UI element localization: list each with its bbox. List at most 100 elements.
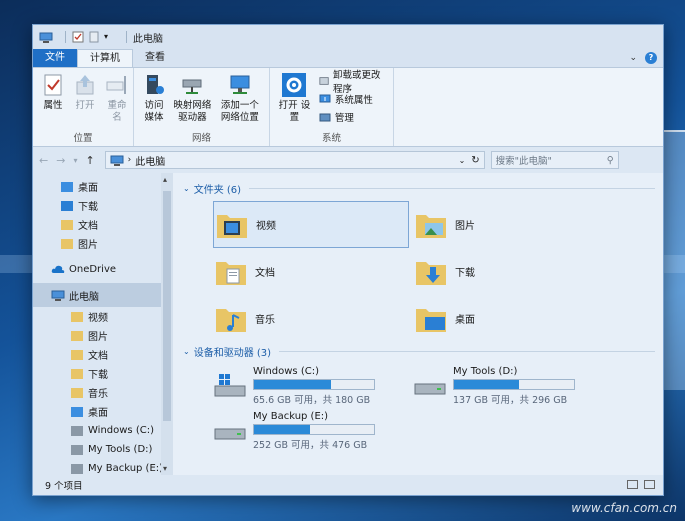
sidebar-item-pictures-pc[interactable]: 图片 — [33, 326, 173, 345]
uninstall-programs-button[interactable]: 卸载或更改程序 — [319, 70, 389, 95]
scroll-up-icon[interactable]: ▴ — [163, 175, 167, 184]
folders-grid: 视频 图片 文档 下载 音乐 桌面 — [213, 201, 663, 342]
sidebar-item-documents-pc[interactable]: 文档 — [33, 345, 173, 364]
properties-button[interactable]: 属性 — [37, 72, 69, 132]
title-separator — [65, 31, 66, 43]
folder-pictures[interactable]: 图片 — [413, 201, 613, 248]
system-properties-icon — [319, 94, 331, 103]
folder-videos[interactable]: 视频 — [213, 201, 409, 248]
folder-documents[interactable]: 文档 — [213, 248, 413, 295]
properties-label: 属性 — [43, 100, 63, 111]
sidebar-item-label: 文档 — [88, 351, 108, 362]
quick-properties-icon[interactable] — [72, 31, 84, 43]
folder-label: 图片 — [455, 221, 475, 232]
settings-gear-icon — [282, 73, 307, 97]
up-arrow-icon[interactable]: ↑ — [85, 154, 94, 167]
map-network-drive-button[interactable]: 映射网络 驱动器 — [170, 72, 215, 132]
drive-usage-bar — [253, 424, 375, 435]
search-input[interactable]: 搜索"此电脑" ⚲ — [490, 151, 619, 169]
drive-e[interactable]: My Backup (E:) 252 GB 可用，共 476 GB — [213, 409, 413, 454]
drive-usage-fill — [454, 380, 519, 389]
manage-button[interactable]: 管理 — [319, 108, 389, 126]
sidebar-item-desktop-pc[interactable]: 桌面 — [33, 402, 173, 421]
drive-c[interactable]: Windows (C:) 65.6 GB 可用，共 180 GB — [213, 364, 413, 409]
quick-new-folder-icon[interactable] — [88, 31, 100, 43]
sidebar-item-pictures[interactable]: 图片 📌 — [33, 234, 173, 253]
tab-view[interactable]: 查看 — [133, 49, 177, 67]
sidebar-item-videos[interactable]: 视频 — [33, 307, 173, 326]
rename-label: 重命名 — [107, 100, 127, 123]
drive-free-space: 137 GB 可用，共 296 GB — [453, 395, 568, 406]
title-bar: ▾ 此电脑 — [33, 25, 663, 49]
folder-downloads[interactable]: 下载 — [413, 248, 613, 295]
tab-file[interactable]: 文件 — [33, 49, 77, 67]
sidebar-item-drive-c[interactable]: Windows (C:) — [33, 421, 173, 440]
sidebar-item-this-pc[interactable]: 此电脑 — [33, 283, 173, 307]
folders-section-header[interactable]: ⌄ 文件夹 (6) — [183, 181, 663, 196]
address-computer-icon — [110, 155, 124, 166]
sidebar-item-onedrive[interactable]: OneDrive — [33, 257, 173, 281]
ribbon: 属性 打开 重命名 位置 访问媒体 映射网络 驱动器 添加一个 网络位置 网络 … — [33, 67, 663, 147]
content-pane: ⌄ 文件夹 (6) 视频 图片 文档 下载 音乐 桌面 ⌄ 设备和驱动器 (3)… — [173, 173, 663, 475]
back-arrow-icon[interactable]: ← — [39, 154, 48, 167]
folder-label: 文档 — [255, 268, 275, 279]
sidebar-item-label: My Tools (D:) — [88, 444, 153, 455]
collapse-chevron-icon[interactable]: ⌄ — [183, 347, 190, 356]
folder-music[interactable]: 音乐 — [213, 295, 413, 342]
sidebar-item-downloads-pc[interactable]: 下载 — [33, 364, 173, 383]
uninstall-icon — [319, 77, 329, 85]
drives-section-header[interactable]: ⌄ 设备和驱动器 (3) — [183, 344, 663, 359]
add-network-location-button[interactable]: 添加一个 网络位置 — [215, 72, 265, 132]
group-label-network: 网络 — [191, 133, 211, 144]
music-folder-icon — [71, 387, 83, 398]
drive-name: My Tools (D:) — [453, 366, 518, 377]
recent-dropdown-icon[interactable]: ▾ — [73, 156, 77, 165]
sidebar-scroll-thumb[interactable] — [163, 191, 171, 421]
breadcrumb-chevron-icon: › — [127, 155, 132, 165]
documents-folder-icon — [71, 349, 83, 360]
status-bar: 9 个项目 — [33, 475, 663, 495]
collapse-chevron-icon[interactable]: ⌄ — [183, 184, 190, 193]
drive-icon — [414, 383, 446, 395]
search-placeholder: 搜索"此电脑" — [495, 156, 552, 167]
video-folder-icon — [217, 214, 247, 238]
access-media-button[interactable]: 访问媒体 — [138, 72, 170, 132]
quick-access-dropdown-icon[interactable]: ▾ — [104, 31, 116, 43]
rename-button[interactable]: 重命名 — [101, 72, 133, 132]
help-icon[interactable]: ? — [645, 52, 657, 64]
sidebar-scrollbar[interactable]: ▴ ▾ — [161, 173, 173, 475]
sidebar-item-downloads[interactable]: 下载 📌 — [33, 196, 173, 215]
refresh-icon[interactable]: ↻ — [471, 155, 479, 166]
sidebar-item-drive-d[interactable]: My Tools (D:) — [33, 440, 173, 459]
drive-name: My Backup (E:) — [253, 411, 329, 422]
navigation-bar: ← → ▾ ↑ › 此电脑 ⌄ ↻ 搜索"此电脑" ⚲ — [33, 147, 663, 173]
folder-label: 下载 — [455, 268, 475, 279]
drive-usage-fill — [254, 425, 311, 434]
tab-computer[interactable]: 计算机 — [77, 49, 133, 67]
address-dropdown-icon[interactable]: ⌄ — [459, 156, 466, 165]
sidebar-item-label: 下载 — [88, 370, 108, 381]
group-label-system: 系统 — [321, 133, 341, 144]
sidebar-item-desktop[interactable]: 桌面 📌 — [33, 177, 173, 196]
drive-d[interactable]: My Tools (D:) 137 GB 可用，共 296 GB — [413, 364, 613, 409]
downloads-folder-icon — [416, 261, 446, 285]
forward-arrow-icon[interactable]: → — [56, 154, 65, 167]
sidebar-item-music[interactable]: 音乐 — [33, 383, 173, 402]
drive-usage-bar — [453, 379, 575, 390]
large-icons-view-icon[interactable] — [644, 480, 655, 489]
folder-desktop[interactable]: 桌面 — [413, 295, 613, 342]
file-explorer-window: ▾ 此电脑 文件 计算机 查看 ⌄ ? 属性 打开 重命名 位置 访问媒体 映射… — [32, 24, 664, 496]
drive-free-space: 65.6 GB 可用，共 180 GB — [253, 395, 371, 406]
sidebar-item-documents[interactable]: 文档 📌 — [33, 215, 173, 234]
media-server-icon — [147, 75, 164, 94]
address-bar[interactable]: › 此电脑 ⌄ ↻ — [104, 151, 485, 169]
windows-drive-icon — [71, 425, 83, 436]
system-small-buttons: 卸载或更改程序 系统属性 管理 — [319, 70, 389, 132]
open-button[interactable]: 打开 — [69, 72, 101, 132]
open-settings-button[interactable]: 打开 设置 — [274, 72, 315, 132]
access-media-label: 访问媒体 — [144, 100, 164, 123]
scroll-down-icon[interactable]: ▾ — [163, 464, 167, 473]
details-view-icon[interactable] — [627, 480, 638, 489]
system-properties-button[interactable]: 系统属性 — [319, 90, 389, 108]
collapse-ribbon-chevron-icon[interactable]: ⌄ — [629, 53, 637, 63]
